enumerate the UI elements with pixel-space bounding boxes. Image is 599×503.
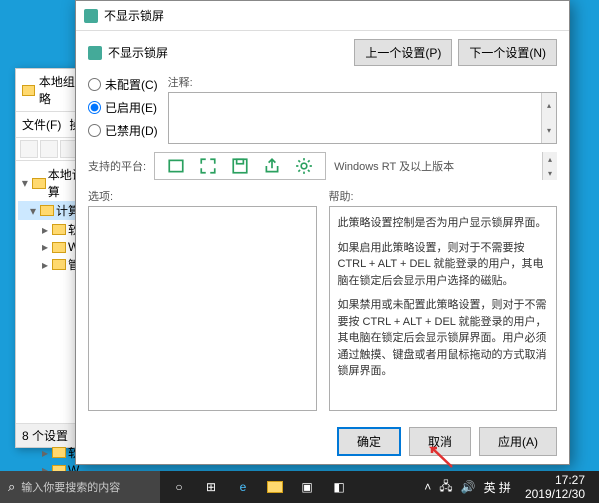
policy-dialog: 不显示锁屏 不显示锁屏 上一个设置(P) 下一个设置(N) 未配置(C) 已启用… [75,0,570,465]
platform-label: 支持的平台: [88,158,146,174]
platform-spin[interactable]: ▴▾ [542,152,557,180]
fullscreen-icon[interactable] [199,157,217,175]
apply-button[interactable]: 应用(A) [479,427,557,456]
setting-name: 不显示锁屏 [88,44,346,61]
rect-icon[interactable] [167,157,185,175]
taskbar: ⌕ 输入你要搜索的内容 ○ ⊞ e ▣ ◧ ˄ 🖧 🔊 英 拼 17:27 20… [0,471,599,503]
cortana-icon[interactable]: ○ [170,478,188,496]
radio-not-configured[interactable]: 未配置(C) [88,76,158,93]
taskbar-clock[interactable]: 17:27 2019/12/30 [519,473,591,502]
options-pane [88,206,317,411]
platform-text: Windows RT 及以上版本 [334,158,534,174]
app-icon[interactable]: ▣ [298,478,316,496]
ok-button[interactable]: 确定 [337,427,401,456]
radio-enabled[interactable]: 已启用(E) [88,99,158,116]
taskbar-search[interactable]: ⌕ 输入你要搜索的内容 [0,471,160,503]
dialog-titlebar: 不显示锁屏 [76,1,569,31]
next-setting-button[interactable]: 下一个设置(N) [458,39,557,66]
comment-spin[interactable]: ▴▾ [541,93,556,143]
cancel-button[interactable]: 取消 [409,427,471,456]
screenshot-toolbar [154,152,326,180]
menu-file[interactable]: 文件(F) [22,116,61,133]
system-tray: ˄ 🖧 🔊 英 拼 17:27 2019/12/30 [416,473,599,502]
explorer-icon[interactable] [266,478,284,496]
help-p3: 如果禁用或未配置此策略设置，则对于不需要按 CTRL + ALT + DEL 就… [338,297,549,380]
app-icon[interactable]: ◧ [330,478,348,496]
options-label: 选项: [88,188,317,204]
tb-fwd[interactable] [40,140,58,158]
help-label: 帮助: [329,188,558,204]
taskview-icon[interactable]: ⊞ [202,478,220,496]
radio-disabled[interactable]: 已禁用(D) [88,122,158,139]
help-pane: 此策略设置控制是否为用户显示锁屏界面。 如果启用此策略设置，则对于不需要按 CT… [329,206,558,411]
prev-setting-button[interactable]: 上一个设置(P) [354,39,452,66]
share-icon[interactable] [263,157,281,175]
save-icon[interactable] [231,157,249,175]
setting-icon [88,46,102,60]
help-p1: 此策略设置控制是否为用户显示锁屏界面。 [338,215,549,232]
dialog-title: 不显示锁屏 [104,7,164,24]
tray-network-icon[interactable]: 🖧 [439,477,452,498]
settings-icon[interactable] [295,157,313,175]
tray-ime[interactable]: 英 拼 [484,479,511,496]
gp-icon [22,85,35,96]
tray-volume-icon[interactable]: 🔊 [461,480,476,494]
search-icon: ⌕ [8,479,15,495]
tb-back[interactable] [20,140,38,158]
help-p2: 如果启用此策略设置，则对于不需要按 CTRL + ALT + DEL 就能登录的… [338,240,549,290]
comment-label: 注释: [168,74,557,90]
edge-icon[interactable]: e [234,478,252,496]
tray-chevron-icon[interactable]: ˄ [424,480,431,494]
dialog-icon [84,9,98,23]
search-placeholder: 输入你要搜索的内容 [21,479,120,495]
comment-textbox[interactable]: ▴▾ [168,92,557,144]
